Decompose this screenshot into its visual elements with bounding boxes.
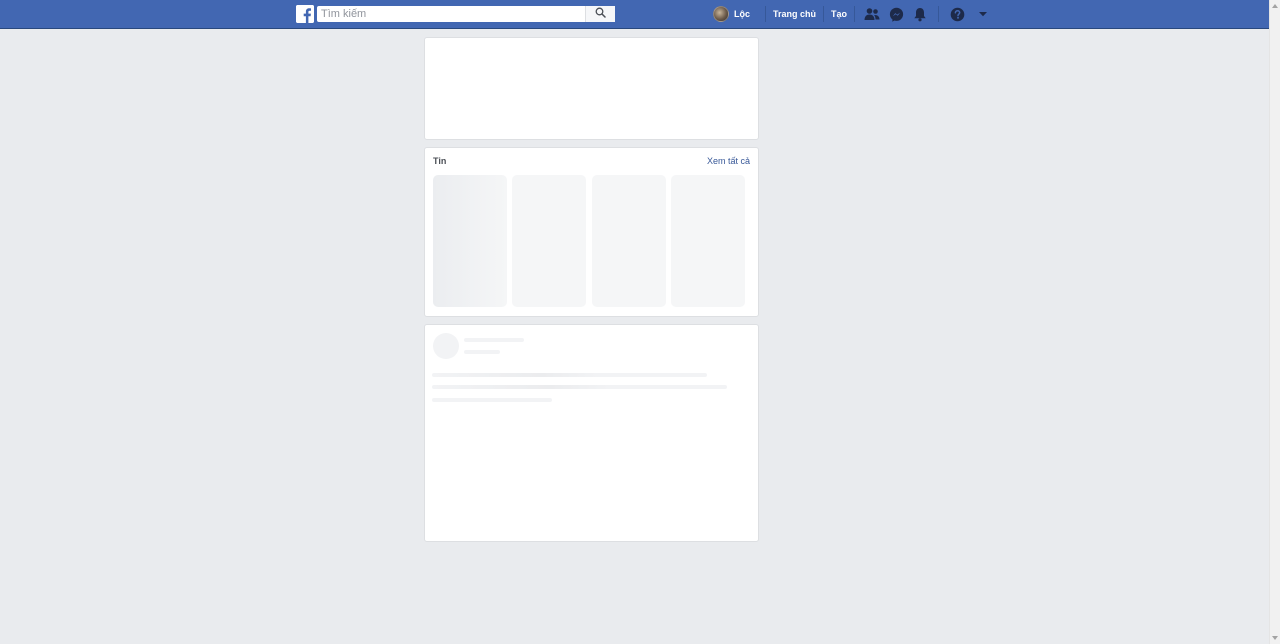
account-menu-caret-icon[interactable] — [975, 6, 991, 22]
stories-title: Tin — [433, 156, 447, 166]
top-nav-right: Lộc Trang chủ Tạo — [713, 0, 995, 28]
post-loading-card — [424, 324, 759, 542]
skeleton-text-line — [432, 385, 727, 389]
skeleton-text-line — [432, 373, 707, 377]
profile-link[interactable]: Lộc — [713, 0, 758, 28]
facebook-logo-icon[interactable] — [296, 5, 314, 23]
friend-requests-icon[interactable] — [864, 6, 880, 22]
story-tile-placeholder — [671, 175, 745, 307]
stories-card: Tin Xem tất cả — [424, 147, 759, 317]
skeleton-avatar — [433, 333, 459, 359]
story-tile-placeholder — [433, 175, 507, 307]
facebook-page: Lộc Trang chủ Tạo — [0, 0, 1280, 644]
story-tile-placeholder — [592, 175, 666, 307]
help-icon[interactable] — [949, 6, 965, 22]
skeleton-name-line — [464, 338, 524, 342]
nav-divider — [823, 6, 825, 22]
search-button[interactable] — [585, 6, 615, 22]
skeleton-time-line — [464, 350, 500, 354]
scroll-up-arrow-icon[interactable] — [1272, 4, 1278, 8]
search-icon — [595, 5, 606, 23]
avatar — [713, 6, 729, 22]
skeleton-text-line — [432, 398, 552, 402]
home-link[interactable]: Trang chủ — [773, 9, 816, 19]
search-bar — [317, 6, 615, 22]
top-navigation-bar: Lộc Trang chủ Tạo — [0, 0, 1280, 29]
nav-divider — [854, 6, 856, 22]
messenger-icon[interactable] — [888, 6, 904, 22]
composer-card-placeholder — [424, 37, 759, 140]
page-scrollbar[interactable] — [1269, 0, 1280, 644]
nav-divider — [765, 6, 767, 22]
create-link[interactable]: Tạo — [831, 9, 847, 19]
nav-divider — [938, 6, 940, 22]
profile-name: Lộc — [734, 9, 751, 19]
story-tile-placeholder — [512, 175, 586, 307]
notifications-icon[interactable] — [912, 6, 928, 22]
see-all-stories-link[interactable]: Xem tất cả — [707, 156, 750, 166]
scroll-down-arrow-icon[interactable] — [1272, 636, 1278, 640]
search-input[interactable] — [317, 6, 585, 22]
